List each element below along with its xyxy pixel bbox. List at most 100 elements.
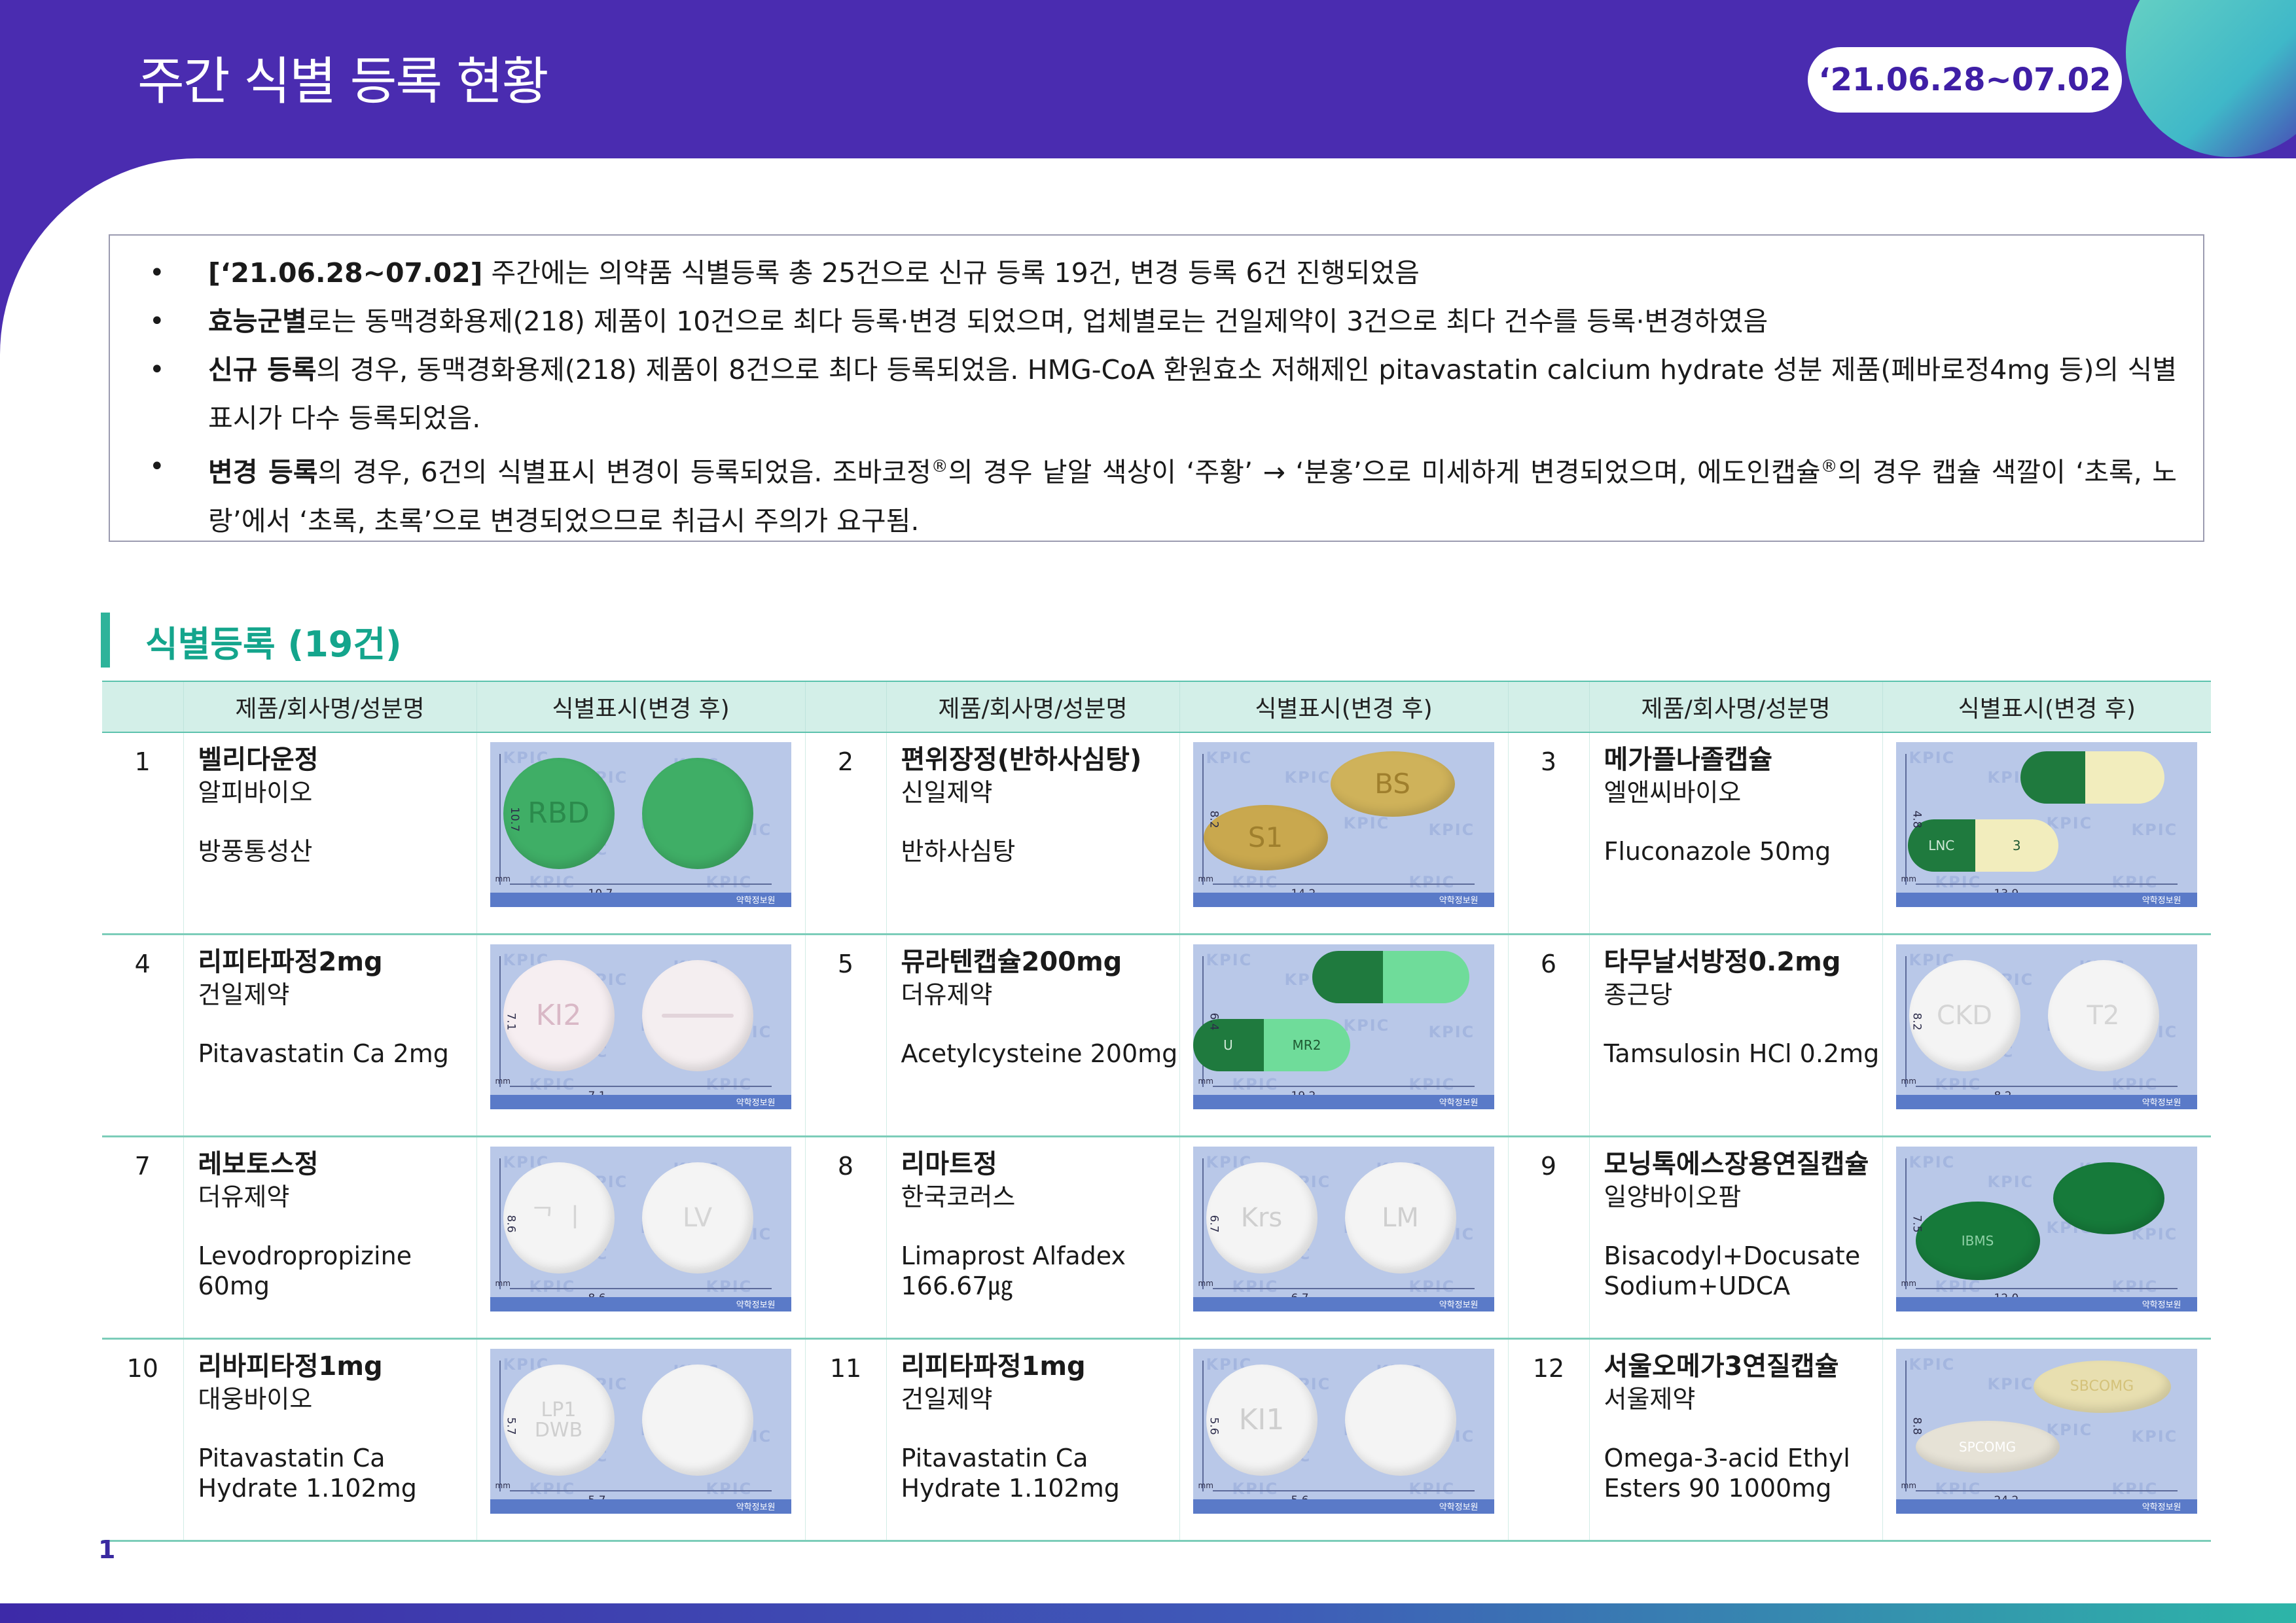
watermark-text: KPIC [1987,1375,2034,1393]
pill-image-cell: KPICKPICKPICKPICKPICKPICKPICKPICCKDT28.2… [1882,934,2211,1137]
pill-photo: KPICKPICKPICKPICKPICKPICKPICKPICSPCOMGSB… [1895,1349,2197,1514]
imprint-text: 3 [2012,838,2021,853]
unit-label: mm [1198,874,1213,883]
section-title: 식별등록 (19건) [145,624,402,665]
item-number: 6 [1507,934,1589,1137]
product-name: 리바피타정1mg [198,1351,383,1382]
watermark-text: KPIC [2131,1427,2178,1446]
unit-label: mm [1198,1481,1213,1490]
photo-source-label: 약학정보원 [2142,1503,2181,1512]
pill-photo: KPICKPICKPICKPICKPICKPICKPICKPICKI15.65.… [1193,1349,1494,1514]
ingredient-name: Limaprost Alfadex 166.67㎍ [901,1241,1126,1300]
tablet-shape [641,960,753,1071]
ingredient-name: 방풍통성산 [198,837,313,866]
tablet-shape [1344,1364,1456,1476]
item-number: 9 [1507,1136,1589,1340]
imprint-text: KI1 [1238,1402,1285,1436]
watermark-text: KPIC [2111,873,2159,891]
product-info: 타무날서방정0.2mg 종근당 Tamsulosin HCl 0.2mg [1588,934,1882,1137]
pill-image-cell: KPICKPICKPICKPICKPICKPICKPICKPICLP1 DWB5… [476,1338,805,1542]
tablet-shape: Krs [1206,1162,1318,1274]
watermark-text: KPIC [1408,1075,1456,1094]
height-label: 5.7 [504,1417,518,1435]
watermark-text: KPIC [1343,1016,1390,1035]
table-header-row: 제품/회사명/성분명 식별표시(변경 후) 제품/회사명/성분명 식별표시(변경… [102,681,2211,733]
watermark-text: KPIC [1909,1153,1956,1171]
imprint-text: ᄀ ㅣ [530,1203,587,1233]
pill-photo: KPICKPICKPICKPICKPICKPICKPICKPICLNC313.9… [1895,742,2197,907]
tablet-shape: KI1 [1206,1364,1318,1476]
tablet-shape: LV [641,1162,753,1274]
unit-label: mm [495,874,511,883]
height-label: 10.7 [507,807,521,832]
watermark-text: KPIC [1206,951,1253,969]
item-number: 5 [804,934,886,1137]
height-label: 7.1 [504,1012,518,1031]
oval-tablet-shape: S1 [1203,805,1328,870]
capsule-half [1312,951,1383,1003]
company-name: 대웅바이오 [198,1385,313,1414]
item-number: 1 [102,732,183,935]
product-info: 뮤라텐캡슐200mg 더유제약 Acetylcysteine 200mg [886,934,1179,1137]
width-scale [1212,1086,1475,1087]
company-name: 건일제약 [198,980,290,1009]
col-header-product: 제품/회사명/성분명 [886,681,1179,733]
product-name: 뮤라텐캡슐200mg [901,947,1122,977]
pill-image-cell: KPICKPICKPICKPICKPICKPICKPICKPICIBMS12.0… [1882,1136,2211,1340]
height-scale [1905,1158,1907,1289]
section-marker [101,613,110,668]
oval-tablet-shape: IBMS [1915,1202,2040,1280]
product-info: 벨리다운정 알피바이오 방풍통성산 [183,732,476,935]
width-scale [509,1086,772,1087]
imprint-text: LV [682,1203,713,1233]
photo-source-label: 약학정보원 [736,1300,776,1310]
registered-mark: ® [931,457,948,476]
table-row: 1벨리다운정알피바이오방풍통성산KPICKPICKPICKPICKPICKPIC… [102,732,2211,935]
watermark-text: KPIC [1935,1277,1982,1296]
company-name: 신일제약 [901,778,993,807]
width-scale [1212,1490,1475,1491]
pill-photo: KPICKPICKPICKPICKPICKPICKPICKPICUMR219.2… [1193,944,1494,1109]
pill-photo: KPICKPICKPICKPICKPICKPICKPICKPICKI27.17.… [490,944,791,1109]
width-scale [1915,1086,2178,1087]
imprint-text: U [1223,1037,1233,1053]
unit-label: mm [495,1077,511,1086]
watermark-text: KPIC [706,1075,753,1094]
watermark-text: KPIC [1232,1480,1279,1498]
unit-label: mm [1901,874,1916,883]
imprint-text: LM [1382,1203,1419,1233]
pill-image-cell: KPICKPICKPICKPICKPICKPICKPICKPICSPCOMGSB… [1882,1338,2211,1542]
page-title: 주간 식별 등록 현황 [137,52,548,111]
pill-photo: KPICKPICKPICKPICKPICKPICKPICKPICIBMS12.0… [1895,1147,2197,1311]
imprint-text: BS [1374,767,1410,800]
photo-source-label: 약학정보원 [1439,896,1479,906]
product-info: 서울오메가3연질캡슐 서울제약 Omega-3-acid Ethyl Esters … [1588,1338,1882,1542]
ingredient-name: Bisacodyl+Docusate Sodium+UDCA [1604,1241,1861,1300]
score-line [661,1014,734,1018]
imprint-text: LNC [1928,838,1955,853]
bullet-text: 의 경우 낱알 색상이 ‘주황’ → ‘분홍’으로 미세하게 변경되었으며, 에… [948,456,1821,488]
product-name: 벨리다운정 [198,745,319,775]
watermark-text: KPIC [1284,768,1331,787]
watermark-text: KPIC [1935,873,1982,891]
pill-image-cell: KPICKPICKPICKPICKPICKPICKPICKPICUMR219.2… [1179,934,1508,1137]
summary-bullet: • 효능군별로는 동맥경화용제(218) 제품이 10건으로 최다 등록·변경 되… [149,297,2177,346]
photo-source-label: 약학정보원 [736,1503,776,1512]
col-header-mark: 식별표시(변경 후) [1882,681,2211,733]
product-info: 리마트정 한국코러스 Limaprost Alfadex 166.67㎍ [886,1136,1179,1340]
watermark-text: KPIC [1408,873,1456,891]
imprint-text: Krs [1240,1203,1283,1233]
item-number: 4 [102,934,183,1137]
capsule-half: 3 [1975,819,2058,872]
date-badge: ‘21.06.28~07.02 [1808,47,2122,113]
pill-image-cell: KPICKPICKPICKPICKPICKPICKPICKPICᄀ ㅣLV8.6… [476,1136,805,1340]
watermark-text: KPIC [529,1480,576,1498]
height-scale [499,1361,501,1491]
col-header-no [102,681,183,733]
col-header-no [804,681,886,733]
bullet-bold: 효능군별 [208,306,307,337]
summary-box: • [‘21.06.28~07.02] 주간에는 의약품 식별등록 총 25건으로… [109,234,2204,542]
capsule-half: U [1193,1019,1264,1071]
height-label: 6.7 [1207,1215,1221,1233]
product-name: 메가플나졸캡슐 [1604,745,1773,775]
